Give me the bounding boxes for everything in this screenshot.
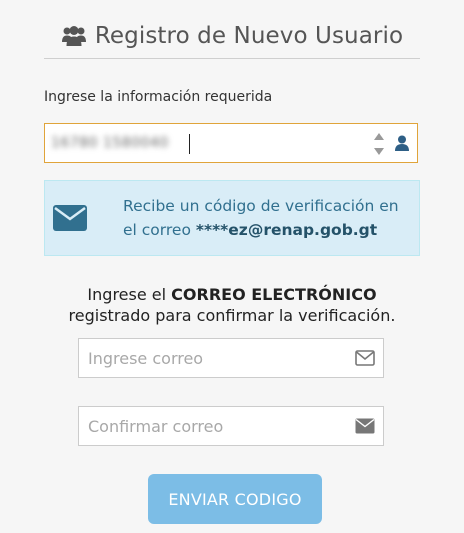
users-icon (61, 25, 87, 47)
id-number-value-wrap[interactable]: 16780 1580040 (51, 130, 191, 156)
instruction-line1: Ingrese el CORREO ELECTRÓNICO (44, 284, 420, 305)
user-icon (395, 135, 409, 151)
instruction-prefix: Ingrese el (87, 285, 172, 304)
spinner-down-icon[interactable] (373, 147, 385, 156)
envelope-icon (53, 205, 87, 231)
masked-email: ****ez@renap.gob.gt (195, 221, 378, 239)
envelope-solid-icon (355, 418, 375, 434)
form-subtitle: Ingrese la información requerida (44, 89, 273, 105)
alert-line1: Recibe un código de verificación en (123, 197, 399, 215)
alert-message: Recibe un código de verificación en el c… (123, 194, 399, 242)
id-number-field[interactable]: 16780 1580040 (44, 123, 418, 163)
number-spinner[interactable] (373, 132, 385, 156)
instruction-bold: CORREO ELECTRÓNICO (171, 285, 377, 304)
email-input[interactable] (88, 348, 338, 368)
spinner-up-icon[interactable] (373, 132, 385, 141)
confirm-email-input[interactable] (88, 416, 338, 436)
send-code-button[interactable]: ENVIAR CODIGO (148, 474, 322, 524)
page-header: Registro de Nuevo Usuario (44, 14, 420, 59)
page-title: Registro de Nuevo Usuario (94, 23, 404, 49)
confirm-email-field[interactable] (78, 406, 384, 446)
alert-line2: el correo ****ez@renap.gob.gt (123, 218, 399, 242)
id-number-value[interactable]: 16780 1580040 (51, 135, 169, 151)
email-instruction: Ingrese el CORREO ELECTRÓNICO registrado… (44, 284, 420, 326)
email-field[interactable] (78, 338, 384, 378)
text-caret (189, 134, 190, 154)
envelope-outline-icon (355, 350, 375, 366)
verification-alert: Recibe un código de verificación en el c… (44, 180, 420, 256)
alert-line2-prefix: el correo (123, 221, 196, 239)
instruction-line2: registrado para confirmar la verificació… (68, 306, 396, 325)
